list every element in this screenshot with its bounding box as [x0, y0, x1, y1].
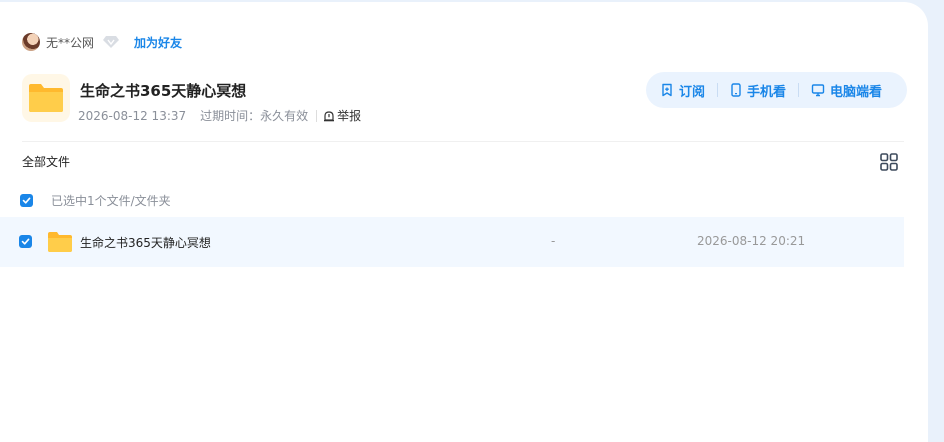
phone-icon: [731, 83, 741, 97]
diamond-icon: [102, 35, 120, 49]
report-icon: [324, 110, 335, 121]
mobile-view-button[interactable]: 手机看: [730, 81, 786, 100]
subscribe-label: 订阅: [679, 84, 706, 100]
file-name[interactable]: 生命之书365天静心冥想: [80, 234, 211, 251]
subscribe-button[interactable]: 订阅: [660, 81, 705, 100]
file-date: 2026-08-12 20:21: [697, 234, 806, 248]
selection-bar: 已选中1个文件/文件夹: [20, 192, 171, 209]
share-meta: 2026-08-12 13:37 过期时间：永久有效 举报: [78, 107, 361, 124]
action-bar: 订阅 手机看 电脑端看: [646, 72, 907, 108]
report-button[interactable]: 举报: [323, 107, 361, 124]
folder-icon: [22, 74, 70, 122]
action-divider: [717, 83, 719, 97]
file-size: -: [551, 234, 556, 248]
check-icon: [21, 238, 30, 245]
subscribe-icon: [662, 83, 672, 97]
folder-icon: [47, 231, 73, 257]
share-date: 2026-08-12 13:37: [78, 108, 187, 123]
file-checkbox[interactable]: [19, 235, 32, 248]
pc-view-button[interactable]: 电脑端看: [811, 81, 882, 100]
share-title: 生命之书365天静心冥想: [80, 82, 247, 100]
expiry-text: 过期时间：永久有效: [200, 109, 309, 123]
header-divider: [22, 141, 904, 142]
file-row[interactable]: 生命之书365天静心冥想 - 2026-08-12 20:21: [0, 217, 904, 267]
grid-view-icon[interactable]: [879, 152, 899, 172]
report-label: 举报: [337, 109, 362, 123]
avatar[interactable]: [22, 33, 40, 51]
username[interactable]: 无**公网: [46, 34, 94, 51]
action-divider: [798, 83, 800, 97]
mobile-view-label: 手机看: [747, 84, 787, 100]
all-files-breadcrumb[interactable]: 全部文件: [22, 153, 70, 170]
add-friend-link[interactable]: 加为好友: [134, 34, 182, 51]
pc-view-label: 电脑端看: [830, 84, 883, 100]
selected-count-text: 已选中1个文件/文件夹: [51, 194, 171, 208]
meta-divider: [316, 109, 318, 122]
share-card: 无**公网 加为好友 生命之书365天静心冥想 2026-08-12 13:37…: [0, 2, 928, 442]
monitor-icon: [811, 84, 825, 97]
check-icon: [22, 197, 31, 204]
select-all-checkbox[interactable]: [20, 194, 33, 207]
user-row: 无**公网 加为好友: [22, 32, 182, 52]
